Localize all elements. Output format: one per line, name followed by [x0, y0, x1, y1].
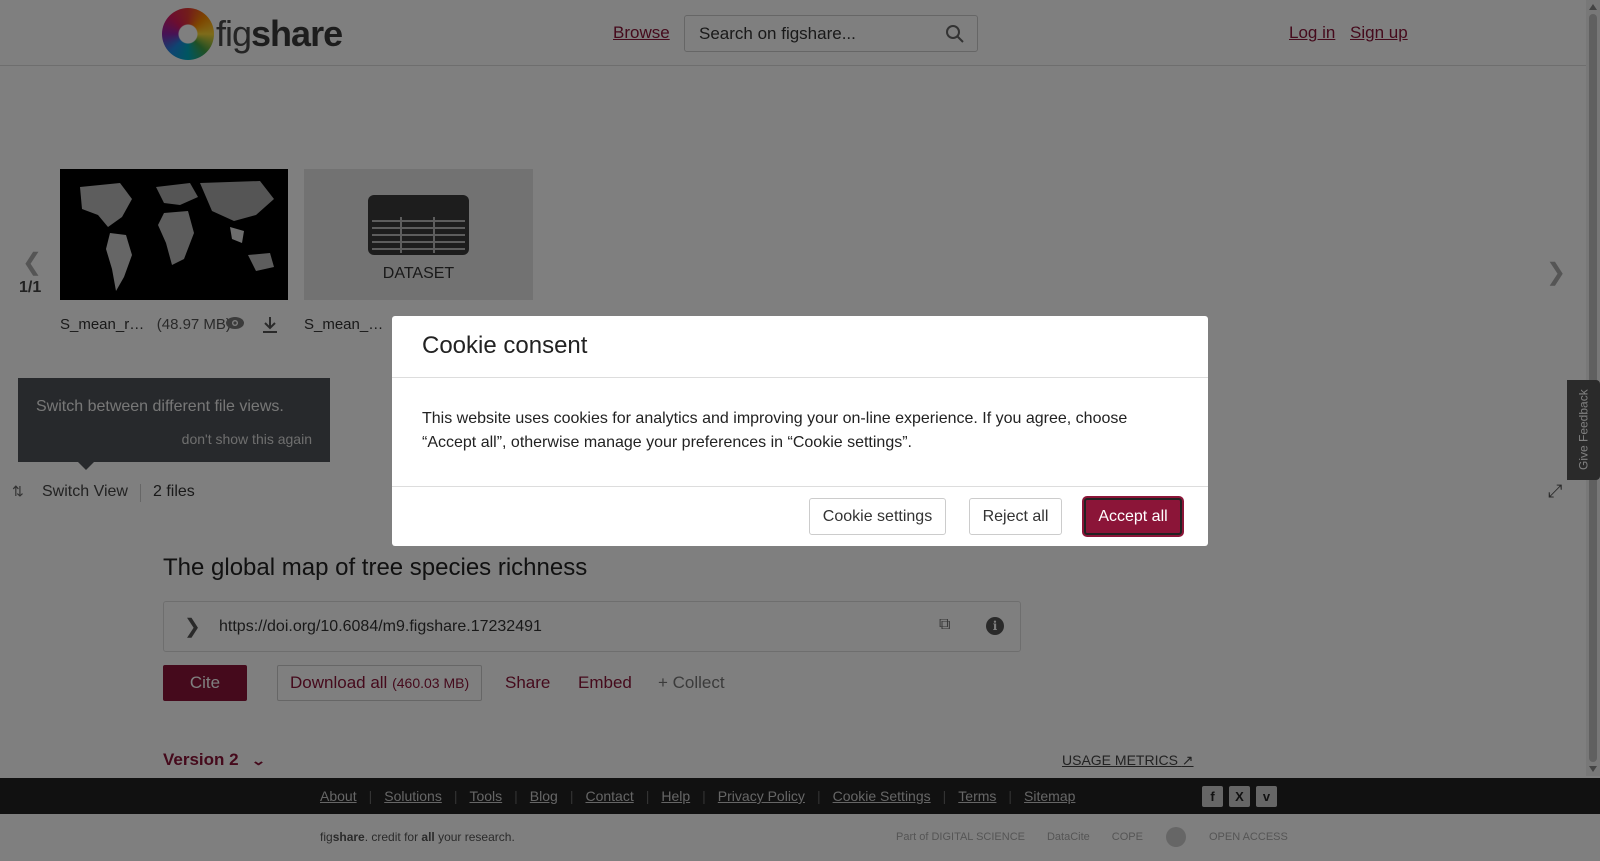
cookie-consent-dialog: Cookie consent This website uses cookies… [392, 316, 1208, 546]
modal-backdrop: Cookie consent This website uses cookies… [0, 0, 1600, 861]
cookie-settings-button[interactable]: Cookie settings [809, 498, 946, 535]
modal-footer: Cookie settings Reject all Accept all [392, 487, 1208, 545]
modal-title: Cookie consent [392, 316, 1208, 378]
modal-body-text: This website uses cookies for analytics … [392, 378, 1208, 487]
accept-all-button[interactable]: Accept all [1084, 498, 1182, 535]
reject-all-button[interactable]: Reject all [969, 498, 1062, 535]
